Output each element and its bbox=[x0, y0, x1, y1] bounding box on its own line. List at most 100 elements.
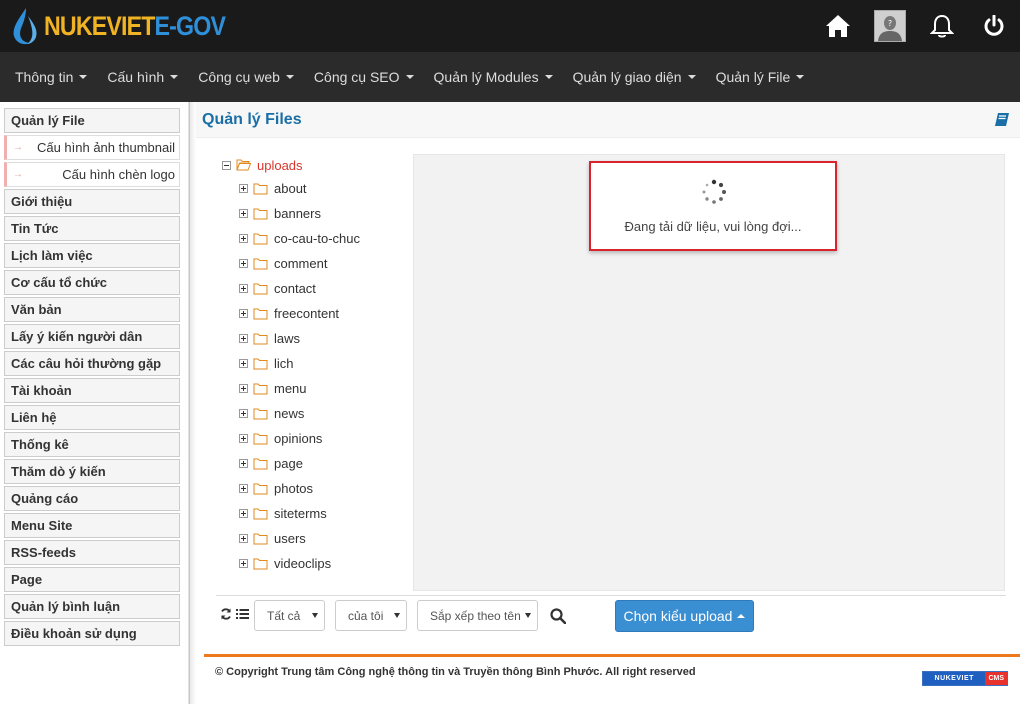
expand-icon[interactable] bbox=[239, 259, 248, 268]
file-list-area[interactable]: Đang tải dữ liệu, vui lòng đợi... bbox=[413, 154, 1005, 591]
nav-cong-cu-seo[interactable]: Công cụ SEO bbox=[304, 52, 424, 102]
logout-button[interactable] bbox=[968, 0, 1020, 52]
search-icon[interactable] bbox=[550, 608, 566, 624]
tree-folder[interactable]: co-cau-to-chuc bbox=[239, 226, 412, 251]
sidebar-item[interactable]: Văn bản bbox=[4, 297, 180, 322]
sidebar-sub-logo[interactable]: → Cấu hình chèn logo bbox=[4, 162, 180, 187]
nav-cau-hinh[interactable]: Cấu hình bbox=[97, 52, 188, 102]
tree-folder[interactable]: menu bbox=[239, 376, 412, 401]
folder-icon bbox=[253, 533, 268, 544]
caret-down-icon bbox=[796, 75, 805, 79]
expand-icon[interactable] bbox=[239, 384, 248, 393]
caret-down-icon bbox=[79, 75, 88, 79]
tree-folder[interactable]: opinions bbox=[239, 426, 412, 451]
sidebar-item[interactable]: Thống kê bbox=[4, 432, 180, 457]
folder-icon bbox=[253, 333, 268, 344]
tree-folder[interactable]: laws bbox=[239, 326, 412, 351]
tree-folder[interactable]: contact bbox=[239, 276, 412, 301]
nav-label: Quản lý File bbox=[715, 69, 791, 85]
sidebar-sub-thumbnail[interactable]: → Cấu hình ảnh thumbnail bbox=[4, 135, 180, 160]
footer: © Copyright Trung tâm Công nghệ thông ti… bbox=[204, 654, 1020, 704]
sidebar-item[interactable]: Lấy ý kiến người dân bbox=[4, 324, 180, 349]
nav-quan-ly-modules[interactable]: Quản lý Modules bbox=[424, 52, 563, 102]
nav-quan-ly-giao-dien[interactable]: Quản lý giao diện bbox=[563, 52, 706, 102]
notifications-button[interactable] bbox=[916, 0, 968, 52]
tree-folder[interactable]: videoclips bbox=[239, 551, 412, 576]
tree-folder-label: banners bbox=[274, 206, 321, 221]
sidebar-item[interactable]: Cơ cấu tổ chức bbox=[4, 270, 180, 295]
expand-icon[interactable] bbox=[239, 434, 248, 443]
expand-icon[interactable] bbox=[239, 409, 248, 418]
tree-root-label: uploads bbox=[257, 157, 303, 173]
tree-folder[interactable]: photos bbox=[239, 476, 412, 501]
sidebar-item[interactable]: Menu Site bbox=[4, 513, 180, 538]
expand-icon[interactable] bbox=[239, 509, 248, 518]
upload-type-button[interactable]: Chọn kiểu upload bbox=[615, 600, 754, 632]
sidebar-item[interactable]: RSS-feeds bbox=[4, 540, 180, 565]
sidebar-item[interactable]: Thăm dò ý kiến bbox=[4, 459, 180, 484]
spinner-icon bbox=[702, 179, 726, 204]
list-view-icon[interactable] bbox=[236, 608, 249, 620]
sidebar-item-label: Liên hệ bbox=[11, 410, 57, 425]
sidebar-item[interactable]: Tài khoản bbox=[4, 378, 180, 403]
expand-icon[interactable] bbox=[239, 209, 248, 218]
tree-folder[interactable]: lich bbox=[239, 351, 412, 376]
brand-logo[interactable]: NUKEVIETE-GOV bbox=[10, 6, 255, 46]
folder-icon bbox=[253, 383, 268, 394]
tree-root-uploads[interactable]: uploads bbox=[222, 154, 412, 176]
tree-folder[interactable]: freecontent bbox=[239, 301, 412, 326]
nav-label: Quản lý Modules bbox=[433, 69, 539, 85]
tree-folder[interactable]: siteterms bbox=[239, 501, 412, 526]
expand-icon[interactable] bbox=[239, 184, 248, 193]
expand-icon[interactable] bbox=[239, 359, 248, 368]
tree-folder-label: lich bbox=[274, 356, 294, 371]
sidebar-item[interactable]: Quảng cáo bbox=[4, 486, 180, 511]
sidebar-item-label: Lấy ý kiến người dân bbox=[11, 329, 143, 344]
collapse-icon[interactable] bbox=[222, 160, 231, 170]
tree-folder[interactable]: banners bbox=[239, 201, 412, 226]
sort-select[interactable]: Sắp xếp theo tên bbox=[417, 600, 538, 631]
dropdown-arrow-icon bbox=[394, 613, 400, 618]
filter-owner-select[interactable]: của tôi bbox=[335, 600, 407, 631]
refresh-icon[interactable] bbox=[220, 608, 232, 620]
expand-icon[interactable] bbox=[239, 334, 248, 343]
expand-icon[interactable] bbox=[239, 534, 248, 543]
caret-down-icon bbox=[405, 75, 414, 79]
sidebar-item[interactable]: Tin Tức bbox=[4, 216, 180, 241]
sidebar-item[interactable]: Lịch làm việc bbox=[4, 243, 180, 268]
nav-label: Công cụ SEO bbox=[313, 69, 400, 85]
sidebar-item-quan-ly-file[interactable]: Quản lý File bbox=[4, 108, 180, 133]
caret-down-icon bbox=[285, 75, 294, 79]
nav-cong-cu-web[interactable]: Công cụ web bbox=[188, 52, 304, 102]
sidebar-item[interactable]: Giới thiệu bbox=[4, 189, 180, 214]
home-button[interactable] bbox=[812, 0, 864, 52]
book-icon[interactable] bbox=[994, 112, 1010, 127]
expand-icon[interactable] bbox=[239, 484, 248, 493]
sidebar-item[interactable]: Page bbox=[4, 567, 180, 592]
filter-type-select[interactable]: Tất cả bbox=[254, 600, 325, 631]
nav-quan-ly-file[interactable]: Quản lý File bbox=[706, 52, 815, 102]
expand-icon[interactable] bbox=[239, 234, 248, 243]
tree-folder[interactable]: about bbox=[239, 176, 412, 201]
expand-icon[interactable] bbox=[239, 459, 248, 468]
folder-icon bbox=[253, 433, 268, 444]
avatar-button[interactable]: ? bbox=[864, 0, 916, 52]
caret-down-icon bbox=[170, 75, 179, 79]
tree-folder[interactable]: users bbox=[239, 526, 412, 551]
loading-box: Đang tải dữ liệu, vui lòng đợi... bbox=[589, 161, 837, 251]
nav-thong-tin[interactable]: Thông tin bbox=[5, 52, 97, 102]
tree-folder[interactable]: page bbox=[239, 451, 412, 476]
sidebar-item[interactable]: Quản lý bình luận bbox=[4, 594, 180, 619]
expand-icon[interactable] bbox=[239, 559, 248, 568]
expand-icon[interactable] bbox=[239, 309, 248, 318]
sidebar-item[interactable]: Các câu hỏi thường gặp bbox=[4, 351, 180, 376]
tree-folder-label: videoclips bbox=[274, 556, 332, 571]
nav-label: Cấu hình bbox=[107, 69, 165, 85]
tree-folder[interactable]: comment bbox=[239, 251, 412, 276]
sidebar-item[interactable]: Điều khoản sử dụng bbox=[4, 621, 180, 646]
folder-icon bbox=[253, 408, 268, 419]
expand-icon[interactable] bbox=[239, 284, 248, 293]
sidebar-item[interactable]: Liên hệ bbox=[4, 405, 180, 430]
footer-logo[interactable]: NUKEVIET CMS bbox=[922, 671, 1008, 686]
tree-folder[interactable]: news bbox=[239, 401, 412, 426]
